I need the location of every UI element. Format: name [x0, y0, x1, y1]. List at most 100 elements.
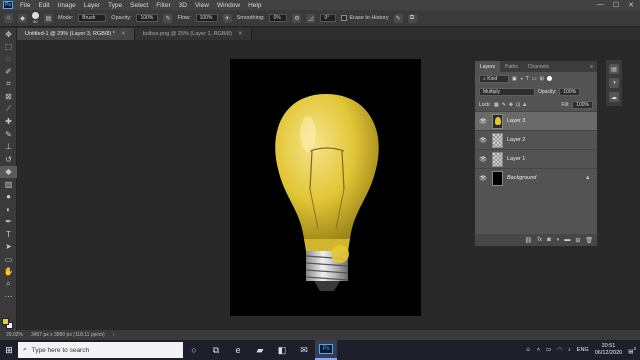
mode-select[interactable]: Brush	[78, 14, 107, 22]
more-icon[interactable]: ⋯	[0, 291, 17, 304]
flow-field[interactable]: 100%	[195, 14, 218, 22]
path-select-icon[interactable]: ➤	[0, 241, 17, 254]
history-brush-icon[interactable]: ↺	[0, 153, 17, 166]
layer-name[interactable]: Background	[507, 175, 536, 181]
people-icon[interactable]: ☺	[525, 347, 531, 353]
notifications-icon[interactable]: ▤2	[628, 346, 636, 355]
file-explorer-icon[interactable]: ▰	[249, 340, 271, 360]
minimize-button[interactable]: —	[597, 1, 604, 9]
crop-icon[interactable]: ⌗	[0, 78, 17, 91]
pressure-size-icon[interactable]: ✎	[393, 13, 403, 23]
brush-size-picker[interactable]: 80	[32, 12, 39, 24]
menu-image[interactable]: Image	[54, 2, 80, 9]
zoom-icon[interactable]: ⌕	[0, 278, 17, 291]
maximize-button[interactable]: ☐	[613, 1, 619, 9]
battery-icon[interactable]: ▭	[546, 347, 551, 353]
eyedropper-icon[interactable]: ⟋	[0, 103, 17, 116]
kind-filter-select[interactable]: ⌕ Kind	[479, 74, 509, 83]
volume-icon[interactable]: ♪	[568, 347, 571, 353]
layer-name[interactable]: Layer 3	[507, 118, 525, 124]
tab-untitled-1[interactable]: Untitled-1 @ 29% (Layer 3, RGB/8) * ✕	[17, 28, 135, 40]
spot-heal-icon[interactable]: ✚	[0, 116, 17, 129]
close-tab-icon[interactable]: ✕	[238, 31, 243, 37]
adjustments-dock-icon[interactable]: ◑	[609, 78, 619, 88]
hand-icon[interactable]: ✋	[0, 266, 17, 279]
move-icon[interactable]: ✥	[0, 28, 17, 41]
layer-opacity-field[interactable]: 100%	[559, 87, 581, 96]
layer-row-layer-2[interactable]: 👁︎ Layer 2	[475, 130, 597, 149]
home-icon[interactable]: ⌂	[4, 13, 13, 23]
layer-row-layer-1[interactable]: 👁︎ Layer 1	[475, 149, 597, 168]
edge-icon[interactable]: e	[227, 340, 249, 360]
filter-pixel-icon[interactable]: ▣	[512, 76, 517, 82]
menu-3d[interactable]: 3D	[175, 2, 191, 9]
close-button[interactable]: ✕	[628, 1, 634, 9]
eraser-icon[interactable]: ◆	[0, 165, 17, 178]
foreground-color-swatch[interactable]	[2, 318, 9, 325]
windows-start-icon[interactable]: ⊞	[0, 340, 18, 360]
quick-select-icon[interactable]: ✐	[0, 66, 17, 79]
layer-name[interactable]: Layer 1	[507, 156, 525, 162]
tab-channels[interactable]: Channels	[523, 61, 554, 72]
filter-shape-icon[interactable]: ▭	[532, 76, 537, 82]
blend-mode-select[interactable]: Multiply	[479, 87, 535, 96]
lock-artboard-icon[interactable]: ⊡	[516, 102, 520, 108]
mail-icon[interactable]: ✉	[293, 340, 315, 360]
chevron-up-icon[interactable]: ˄	[537, 347, 540, 353]
photoshop-taskbar-icon[interactable]: Ps	[315, 340, 337, 360]
frame-icon[interactable]: ⊠	[0, 91, 17, 104]
taskbar-search-box[interactable]: ⌕ Type here to search	[18, 342, 183, 358]
clock[interactable]: 20:51 06/12/2020	[595, 343, 623, 357]
eraser-tool-preset-icon[interactable]: ◆	[18, 13, 27, 23]
layer-row-layer-3[interactable]: 👁︎ Layer 3	[475, 111, 597, 130]
layer-row-background[interactable]: 👁︎ Background 🔒︎	[475, 168, 597, 187]
lock-transparent-icon[interactable]: ▦	[494, 102, 499, 108]
new-group-icon[interactable]: ▬	[564, 237, 570, 243]
tab-paths[interactable]: Paths	[500, 61, 523, 72]
delete-layer-icon[interactable]: 🗑︎	[585, 237, 593, 244]
lasso-icon[interactable]: ◌	[0, 53, 17, 66]
opacity-field[interactable]: 100%	[136, 14, 159, 22]
pen-icon[interactable]: ✒	[0, 216, 17, 229]
task-view-icon[interactable]: ⧉	[205, 340, 227, 360]
layers-dock-icon[interactable]: ▤	[609, 64, 619, 74]
menu-help[interactable]: Help	[244, 2, 265, 9]
document-canvas[interactable]	[230, 59, 421, 316]
new-layer-icon[interactable]: ⊞	[575, 237, 580, 244]
panel-menu-icon[interactable]: ≡	[590, 64, 597, 70]
close-tab-icon[interactable]: ✕	[121, 31, 126, 37]
symmetry-icon[interactable]: ⧉	[407, 13, 417, 23]
brush-icon[interactable]: ✎	[0, 128, 17, 141]
cortana-icon[interactable]: ○	[183, 340, 205, 360]
filter-toggle[interactable]	[546, 76, 552, 81]
menu-edit[interactable]: Edit	[34, 2, 53, 9]
pressure-opacity-icon[interactable]: ✎	[163, 13, 173, 23]
visibility-eye-icon[interactable]: 👁︎	[478, 175, 488, 182]
filter-adjust-icon[interactable]: ◑	[520, 76, 523, 82]
blur-icon[interactable]: ●	[0, 191, 17, 204]
adjustment-layer-icon[interactable]: ◑	[556, 237, 560, 243]
filter-type-icon[interactable]: T	[526, 76, 529, 82]
erase-history-checkbox[interactable]: Erase to History	[341, 15, 389, 21]
smoothing-options-icon[interactable]: ⚙	[292, 13, 302, 23]
language-indicator[interactable]: ENG	[577, 347, 589, 353]
zoom-level[interactable]: 29.02%	[6, 332, 23, 338]
lock-pixels-icon[interactable]: ✎	[502, 102, 506, 108]
type-icon[interactable]: T	[0, 228, 17, 241]
menu-select[interactable]: Select	[126, 2, 152, 9]
airbrush-icon[interactable]: ✈	[222, 13, 232, 23]
tab-layers[interactable]: Layers	[475, 61, 501, 72]
menu-file[interactable]: File	[16, 2, 34, 9]
link-layers-icon[interactable]: ⛓	[525, 237, 533, 244]
lock-position-icon[interactable]: ✥	[509, 102, 513, 108]
visibility-eye-icon[interactable]: 👁︎	[478, 118, 488, 125]
brush-settings-icon[interactable]: ▤	[44, 13, 53, 23]
fx-icon[interactable]: fx	[537, 237, 542, 243]
menu-filter[interactable]: Filter	[152, 2, 174, 9]
menu-view[interactable]: View	[191, 2, 213, 9]
stamp-icon[interactable]: ⊥	[0, 141, 17, 154]
angle-field[interactable]: 0°	[320, 14, 337, 22]
tab-bulbss[interactable]: bulbss.png @ 25% (Layer 1, RGB/8) ✕	[134, 28, 252, 40]
visibility-eye-icon[interactable]: 👁︎	[478, 156, 488, 163]
network-icon[interactable]: ◠	[557, 347, 562, 353]
